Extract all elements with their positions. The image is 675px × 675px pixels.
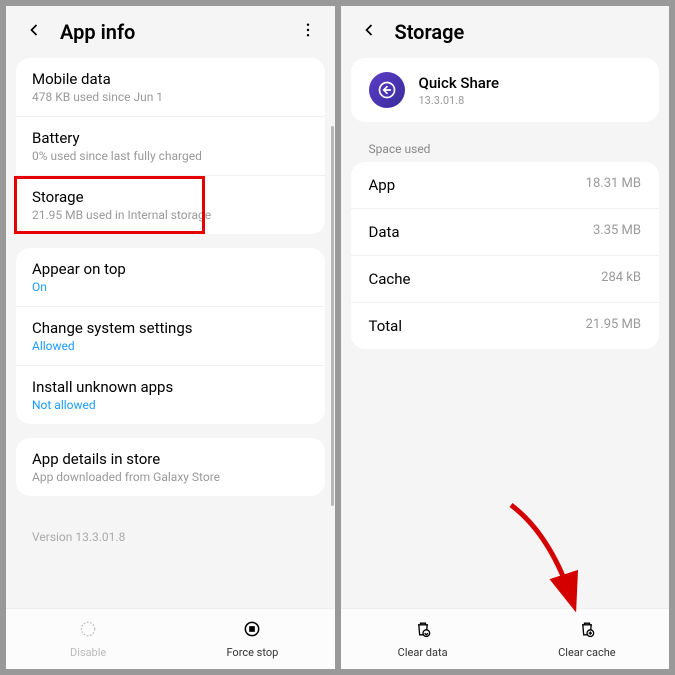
row-cache-size: Cache 284 kB — [351, 255, 660, 302]
usage-card: Mobile data 478 KB used since Jun 1 Batt… — [16, 58, 325, 234]
data-label: App — [369, 176, 396, 194]
page-title: Storage — [395, 20, 652, 44]
row-sub: 0% used since last fully charged — [32, 149, 309, 163]
disable-button: Disable — [6, 609, 170, 669]
page-title: App info — [60, 20, 299, 44]
stop-icon — [242, 619, 262, 643]
row-app-details[interactable]: App details in store App downloaded from… — [16, 438, 325, 496]
clear-cache-button[interactable]: Clear cache — [505, 609, 669, 669]
row-change-sys[interactable]: Change system settings Allowed — [16, 306, 325, 365]
row-total-size: Total 21.95 MB — [351, 302, 660, 349]
row-title: Change system settings — [32, 319, 309, 337]
row-appear-on-top[interactable]: Appear on top On — [16, 248, 325, 306]
data-label: Total — [369, 317, 403, 335]
space-used-card: App 18.31 MB Data 3.35 MB Cache 284 kB T… — [351, 162, 660, 349]
clear-data-button[interactable]: Clear data — [341, 609, 505, 669]
data-label: Data — [369, 223, 400, 241]
data-value: 21.95 MB — [586, 317, 641, 335]
permissions-card: Appear on top On Change system settings … — [16, 248, 325, 424]
button-label: Force stop — [226, 646, 278, 659]
row-sub: Allowed — [32, 339, 309, 353]
disable-icon — [78, 619, 98, 643]
header: App info — [6, 6, 335, 58]
row-title: Battery — [32, 129, 309, 147]
row-sub: 478 KB used since Jun 1 — [32, 90, 309, 104]
row-title: Appear on top — [32, 260, 309, 278]
row-sub: 21.95 MB used in Internal storage — [32, 208, 309, 222]
data-label: Cache — [369, 270, 411, 288]
force-stop-button[interactable]: Force stop — [170, 609, 334, 669]
row-sub: App downloaded from Galaxy Store — [32, 470, 309, 484]
more-icon[interactable] — [299, 21, 317, 43]
data-value: 18.31 MB — [586, 176, 641, 194]
storage-screen: Storage Quick Share 13.3.01.8 Space used… — [341, 6, 670, 669]
row-title: App details in store — [32, 450, 309, 468]
trash-icon — [577, 619, 597, 643]
header: Storage — [341, 6, 670, 58]
bottom-bar: Clear data Clear cache — [341, 608, 670, 669]
data-value: 3.35 MB — [593, 223, 641, 241]
back-icon[interactable] — [24, 20, 44, 44]
row-title: Mobile data — [32, 70, 309, 88]
app-info-screen: App info Mobile data 478 KB used since J… — [6, 6, 335, 669]
row-data-size: Data 3.35 MB — [351, 208, 660, 255]
row-battery[interactable]: Battery 0% used since last fully charged — [16, 116, 325, 175]
store-card: App details in store App downloaded from… — [16, 438, 325, 496]
row-sub: Not allowed — [32, 398, 309, 412]
row-install-unknown[interactable]: Install unknown apps Not allowed — [16, 365, 325, 424]
quick-share-icon — [369, 72, 405, 108]
section-label: Space used — [351, 136, 660, 162]
row-sub: On — [32, 280, 309, 294]
bottom-bar: Disable Force stop — [6, 608, 335, 669]
row-mobile-data[interactable]: Mobile data 478 KB used since Jun 1 — [16, 58, 325, 116]
content[interactable]: Mobile data 478 KB used since Jun 1 Batt… — [6, 58, 335, 608]
back-icon[interactable] — [359, 20, 379, 44]
app-version-text: Version 13.3.01.8 — [16, 510, 325, 564]
row-app-size: App 18.31 MB — [351, 162, 660, 208]
row-storage[interactable]: Storage 21.95 MB used in Internal storag… — [16, 175, 325, 234]
button-label: Clear data — [398, 646, 448, 659]
app-info-text: Quick Share 13.3.01.8 — [419, 74, 500, 107]
app-header: Quick Share 13.3.01.8 — [351, 58, 660, 122]
scrollbar[interactable] — [331, 126, 334, 506]
row-title: Install unknown apps — [32, 378, 309, 396]
trash-icon — [413, 619, 433, 643]
button-label: Disable — [70, 646, 106, 659]
button-label: Clear cache — [558, 646, 616, 659]
row-title: Storage — [32, 188, 309, 206]
app-name: Quick Share — [419, 74, 500, 92]
content[interactable]: Quick Share 13.3.01.8 Space used App 18.… — [341, 58, 670, 608]
data-value: 284 kB — [601, 270, 641, 288]
app-version: 13.3.01.8 — [419, 94, 500, 107]
